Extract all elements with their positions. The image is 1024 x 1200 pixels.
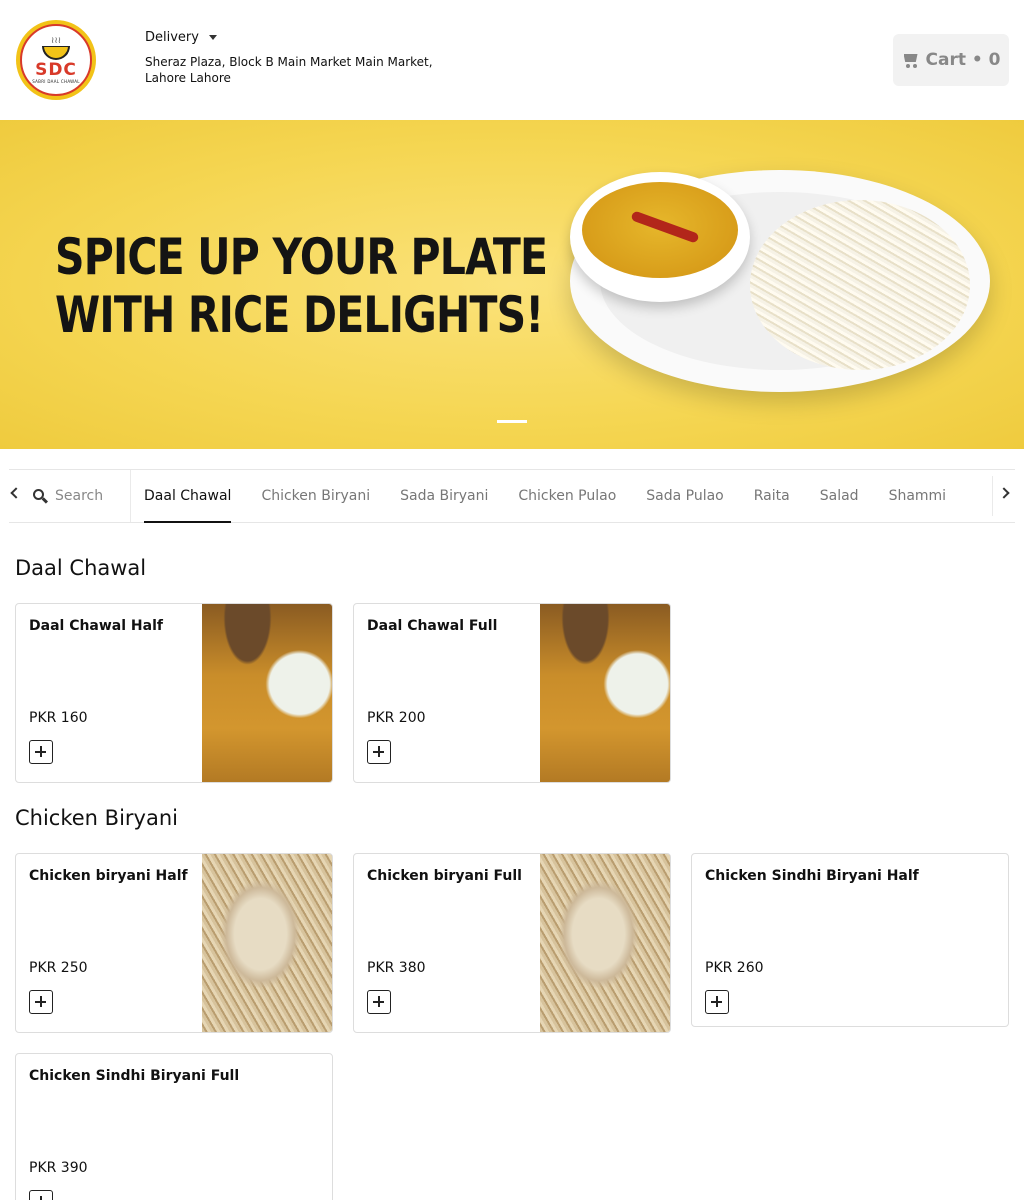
- tab-daal-chawal[interactable]: Daal Chawal: [144, 470, 246, 523]
- delivery-address[interactable]: Sheraz Plaza, Block B Main Market Main M…: [145, 54, 445, 86]
- item-price: PKR 380: [367, 960, 426, 976]
- search-placeholder: Search: [55, 488, 104, 504]
- header: ≀≀≀ SDC SABRI DAAL CHAWAL Delivery Shera…: [0, 0, 1024, 120]
- tab-sada-pulao[interactable]: Sada Pulao: [631, 470, 739, 522]
- chevron-left-icon[interactable]: [10, 487, 22, 499]
- tab-chicken-pulao[interactable]: Chicken Pulao: [503, 470, 631, 522]
- add-to-cart-button[interactable]: [29, 990, 53, 1014]
- tab-chicken-biryani[interactable]: Chicken Biryani: [246, 470, 385, 522]
- add-to-cart-button[interactable]: [367, 990, 391, 1014]
- item-name: Daal Chawal Half: [29, 618, 163, 634]
- item-image: [540, 604, 670, 782]
- add-to-cart-button[interactable]: [29, 1190, 53, 1200]
- item-price: PKR 200: [367, 710, 426, 726]
- section-title: Chicken Biryani: [15, 806, 178, 830]
- delivery-label: Delivery: [145, 30, 199, 45]
- daal-chawal-plate-image: [570, 170, 990, 392]
- item-name: Chicken Sindhi Biryani Full: [29, 1068, 240, 1084]
- bowl-logo-icon: ≀≀≀ SDC SABRI DAAL CHAWAL: [20, 24, 92, 96]
- category-tabs: Daal Chawal Chicken Biryani Sada Biryani…: [144, 470, 962, 523]
- logo-subtext: SABRI DAAL CHAWAL: [32, 78, 80, 84]
- category-nav: Search Daal Chawal Chicken Biryani Sada …: [9, 469, 1015, 523]
- menu-item-card[interactable]: Chicken biryani Full PKR 380: [353, 853, 671, 1033]
- slider-indicator[interactable]: [497, 420, 527, 423]
- cart-icon: [902, 52, 920, 68]
- daal-bowl-image: [570, 172, 750, 302]
- chevron-right-icon[interactable]: [998, 487, 1010, 499]
- menu-item-card[interactable]: Chicken Sindhi Biryani Half PKR 260: [691, 853, 1009, 1027]
- section-title: Daal Chawal: [15, 556, 147, 580]
- caret-down-icon: [208, 35, 217, 40]
- item-price: PKR 390: [29, 1160, 88, 1176]
- add-to-cart-button[interactable]: [29, 740, 53, 764]
- menu-item-card[interactable]: Daal Chawal Half PKR 160: [15, 603, 333, 783]
- brand-logo[interactable]: ≀≀≀ SDC SABRI DAAL CHAWAL: [16, 20, 96, 100]
- item-name: Chicken Sindhi Biryani Half: [705, 868, 919, 884]
- add-to-cart-button[interactable]: [367, 740, 391, 764]
- item-name: Daal Chawal Full: [367, 618, 498, 634]
- add-to-cart-button[interactable]: [705, 990, 729, 1014]
- banner-headline: SPICE UP YOUR PLATE WITH RICE DELIGHTS!: [55, 228, 548, 344]
- banner-headline-line2: WITH RICE DELIGHTS!: [55, 286, 544, 344]
- item-image: [202, 604, 332, 782]
- rice-image: [750, 200, 970, 370]
- logo-text: SDC: [35, 59, 77, 80]
- menu-search[interactable]: Search: [33, 470, 131, 522]
- item-price: PKR 250: [29, 960, 88, 976]
- tab-raita[interactable]: Raita: [739, 470, 805, 522]
- tab-salad[interactable]: Salad: [805, 470, 874, 522]
- menu-item-card[interactable]: Chicken biryani Half PKR 250: [15, 853, 333, 1033]
- menu-item-card[interactable]: Chicken Sindhi Biryani Full PKR 390: [15, 1053, 333, 1200]
- item-name: Chicken biryani Full: [367, 868, 522, 884]
- promo-banner[interactable]: SPICE UP YOUR PLATE WITH RICE DELIGHTS!: [0, 120, 1024, 449]
- search-icon: [33, 489, 49, 504]
- tab-shammi[interactable]: Shammi: [874, 470, 962, 522]
- cart-button[interactable]: Cart • 0: [893, 34, 1009, 86]
- banner-headline-line1: SPICE UP YOUR PLATE: [55, 228, 548, 286]
- item-image: [202, 854, 332, 1032]
- item-price: PKR 160: [29, 710, 88, 726]
- item-image: [540, 854, 670, 1032]
- cart-label: Cart • 0: [925, 50, 1001, 70]
- delivery-mode-selector[interactable]: Delivery: [145, 30, 217, 45]
- item-price: PKR 260: [705, 960, 764, 976]
- menu-item-card[interactable]: Daal Chawal Full PKR 200: [353, 603, 671, 783]
- item-name: Chicken biryani Half: [29, 868, 188, 884]
- tab-sada-biryani[interactable]: Sada Biryani: [385, 470, 503, 522]
